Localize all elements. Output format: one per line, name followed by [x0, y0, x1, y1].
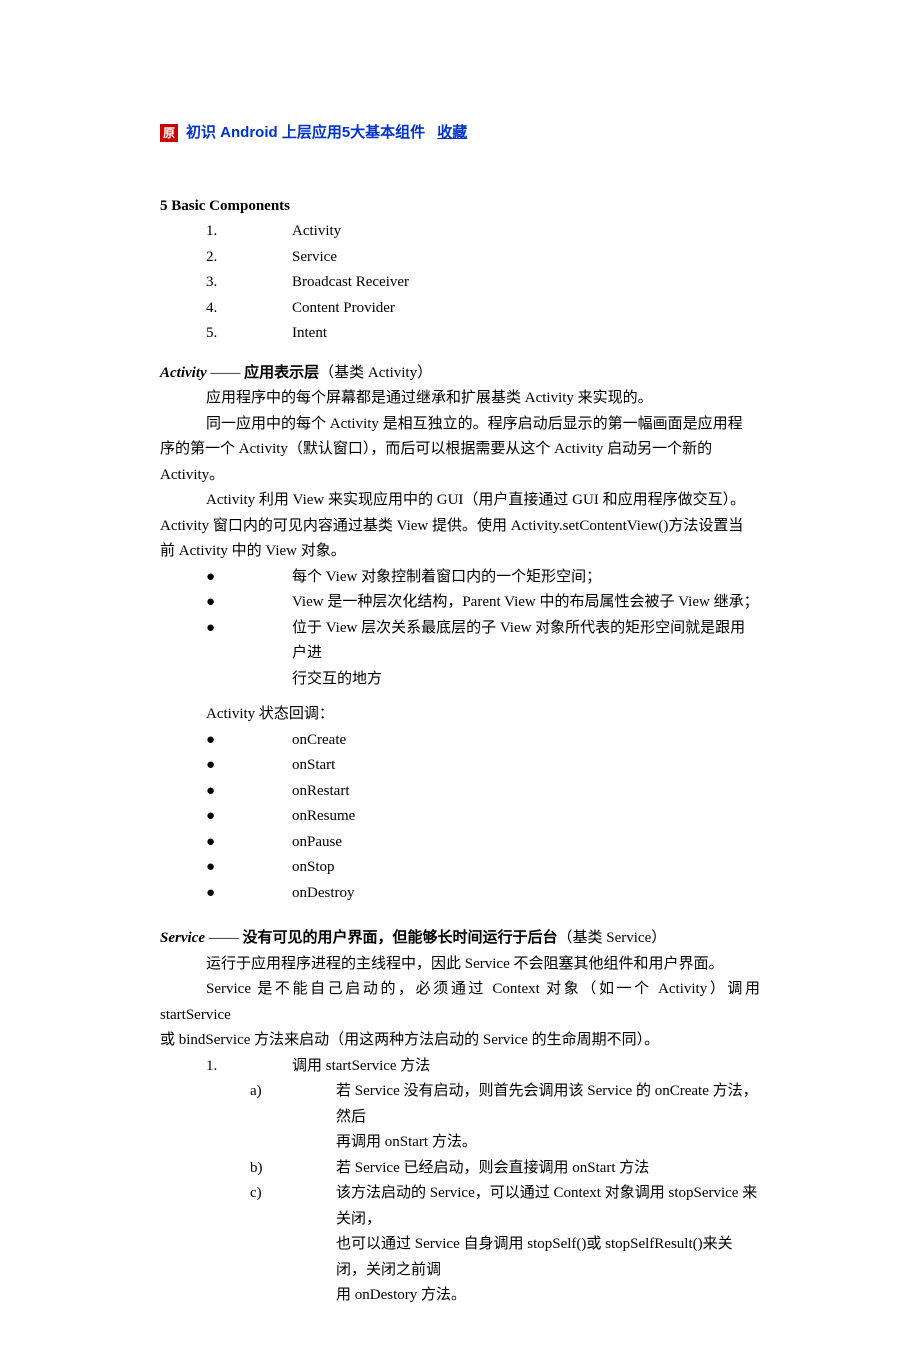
heading-dash: ——: [205, 930, 243, 946]
list-text: Intent: [292, 325, 327, 341]
list-text: onRestart: [292, 779, 760, 805]
list-item: ●每个 View 对象控制着窗口内的一个矩形空间；: [160, 565, 760, 591]
list-text: onStart: [292, 753, 760, 779]
list-text: Content Provider: [292, 300, 395, 316]
paragraph: Activity。: [160, 463, 760, 489]
list-item: ●位于 View 层次关系最底层的子 View 对象所代表的矩形空间就是跟用户进: [160, 616, 760, 667]
bullet-icon: ●: [206, 753, 292, 779]
list-text: 若 Service 没有启动，则首先会调用该 Service 的 onCreat…: [336, 1079, 760, 1130]
bullet-icon: ●: [206, 565, 292, 591]
list-item: ●onCreate: [160, 728, 760, 754]
heading-tail: （基类 Activity）: [319, 365, 432, 381]
paragraph: 前 Activity 中的 View 对象。: [160, 539, 760, 565]
list-text: 调用 startService 方法: [292, 1058, 430, 1074]
sub-ordered-item: a)若 Service 没有启动，则首先会调用该 Service 的 onCre…: [160, 1079, 760, 1130]
list-letter: b): [250, 1156, 336, 1182]
article-title[interactable]: 初识 Android 上层应用5大基本组件: [186, 120, 425, 146]
list-text: Service: [292, 249, 337, 265]
title-line: 原 初识 Android 上层应用5大基本组件 收藏: [160, 120, 760, 146]
list-item: ●onStop: [160, 855, 760, 881]
list-item: ●onDestroy: [160, 881, 760, 907]
title-prefix: 初识: [186, 124, 220, 141]
paragraph: 运行于应用程序进程的主线程中，因此 Service 不会阻塞其他组件和用户界面。: [160, 952, 760, 978]
service-heading: Service —— 没有可见的用户界面，但能够长时间运行于后台（基类 Serv…: [160, 926, 760, 952]
spacer: [160, 692, 760, 702]
heading-em: Activity: [160, 365, 207, 381]
bullet-icon: ●: [206, 804, 292, 830]
paragraph: 或 bindService 方法来启动（用这两种方法启动的 Service 的生…: [160, 1028, 760, 1054]
list-item: 5.Intent: [160, 321, 760, 347]
spacer: [160, 906, 760, 916]
paragraph: Service 是不能自己启动的，必须通过 Context 对象（如一个 Act…: [160, 977, 760, 1028]
list-number: 5.: [206, 321, 292, 347]
collect-link[interactable]: 收藏: [437, 120, 467, 146]
view-bullet-list: ●每个 View 对象控制着窗口内的一个矩形空间； ●View 是一种层次化结构…: [160, 565, 760, 667]
list-letter: c): [250, 1181, 336, 1232]
bullet-icon: ●: [206, 616, 292, 667]
list-item: 3.Broadcast Receiver: [160, 270, 760, 296]
list-number: 1.: [206, 219, 292, 245]
paragraph: 同一应用中的每个 Activity 是相互独立的。程序启动后显示的第一幅画面是应…: [160, 412, 760, 438]
title-suffix: 上层应用5大基本组件: [278, 124, 426, 141]
list-item: ●View 是一种层次化结构，Parent View 中的布局属性会被子 Vie…: [160, 590, 760, 616]
list-number: 1.: [206, 1054, 292, 1080]
callbacks-list: ●onCreate ●onStart ●onRestart ●onResume …: [160, 728, 760, 907]
list-text: onResume: [292, 804, 760, 830]
list-item: 4.Content Provider: [160, 296, 760, 322]
callbacks-title: Activity 状态回调：: [160, 702, 760, 728]
bullet-icon: ●: [206, 728, 292, 754]
list-text-continuation: 也可以通过 Service 自身调用 stopSelf()或 stopSelfR…: [160, 1232, 760, 1283]
heading-tail: （基类 Service）: [558, 930, 667, 946]
list-number: 4.: [206, 296, 292, 322]
list-number: 3.: [206, 270, 292, 296]
heading-bold: 应用表示层: [244, 365, 319, 381]
paragraph: 序的第一个 Activity（默认窗口），而后可以根据需要从这个 Activit…: [160, 437, 760, 463]
heading-bold: 没有可见的用户界面，但能够长时间运行于后台: [242, 930, 557, 946]
heading-dash: ——: [207, 365, 245, 381]
section-heading-components: 5 Basic Components: [160, 194, 760, 220]
original-badge-icon: 原: [160, 124, 178, 142]
list-text: View 是一种层次化结构，Parent View 中的布局属性会被子 View…: [292, 590, 760, 616]
bullet-icon: ●: [206, 830, 292, 856]
document-page: 原 初识 Android 上层应用5大基本组件 收藏 5 Basic Compo…: [0, 0, 920, 1369]
list-number: 2.: [206, 245, 292, 271]
sub-ordered-item: b)若 Service 已经启动，则会直接调用 onStart 方法: [160, 1156, 760, 1182]
list-item: ●onResume: [160, 804, 760, 830]
list-item: ●onStart: [160, 753, 760, 779]
list-text: onPause: [292, 830, 760, 856]
list-text: onDestroy: [292, 881, 760, 907]
list-letter: a): [250, 1079, 336, 1130]
list-text: 每个 View 对象控制着窗口内的一个矩形空间；: [292, 565, 760, 591]
list-text-continuation: 行交互的地方: [160, 667, 760, 693]
list-item: ●onRestart: [160, 779, 760, 805]
title-bold: Android: [220, 124, 278, 141]
list-text: Activity: [292, 223, 341, 239]
list-text: 该方法启动的 Service，可以通过 Context 对象调用 stopSer…: [336, 1181, 760, 1232]
list-item: 2.Service: [160, 245, 760, 271]
list-text: onStop: [292, 855, 760, 881]
list-text-continuation: 用 onDestory 方法。: [160, 1283, 760, 1309]
ordered-item: 1.调用 startService 方法: [160, 1054, 760, 1080]
activity-heading: Activity —— 应用表示层（基类 Activity）: [160, 361, 760, 387]
list-text: 若 Service 已经启动，则会直接调用 onStart 方法: [336, 1156, 760, 1182]
heading-em: Service: [160, 930, 205, 946]
paragraph: Activity 窗口内的可见内容通过基类 View 提供。使用 Activit…: [160, 514, 760, 540]
sub-ordered-item: c)该方法启动的 Service，可以通过 Context 对象调用 stopS…: [160, 1181, 760, 1232]
list-text: 位于 View 层次关系最底层的子 View 对象所代表的矩形空间就是跟用户进: [292, 616, 760, 667]
list-text-continuation: 再调用 onStart 方法。: [160, 1130, 760, 1156]
bullet-icon: ●: [206, 779, 292, 805]
list-item: ●onPause: [160, 830, 760, 856]
list-text: onCreate: [292, 728, 760, 754]
paragraph: 应用程序中的每个屏幕都是通过继承和扩展基类 Activity 来实现的。: [160, 386, 760, 412]
bullet-icon: ●: [206, 881, 292, 907]
list-text: Broadcast Receiver: [292, 274, 409, 290]
bullet-icon: ●: [206, 590, 292, 616]
paragraph: Activity 利用 View 来实现应用中的 GUI（用户直接通过 GUI …: [160, 488, 760, 514]
bullet-icon: ●: [206, 855, 292, 881]
list-item: 1.Activity: [160, 219, 760, 245]
components-list: 1.Activity 2.Service 3.Broadcast Receive…: [160, 219, 760, 347]
